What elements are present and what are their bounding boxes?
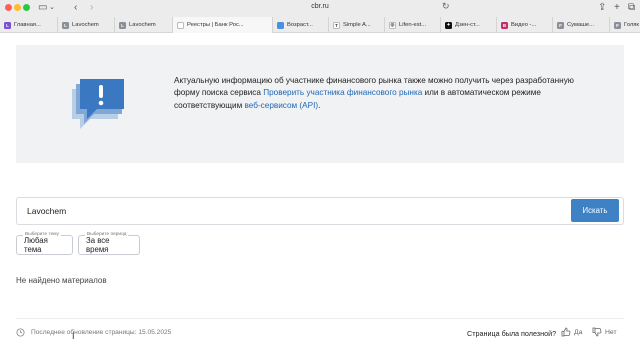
info-banner: Актуальную информацию об участнике финан… (16, 45, 624, 163)
tab-label: Видео -... (511, 22, 537, 28)
browser-tab[interactable]: F Сумаше... (553, 17, 610, 33)
tab-favicon-icon: L (62, 21, 69, 29)
maximize-window-button[interactable] (23, 4, 30, 11)
info-text-part: . (318, 100, 321, 110)
tab-favicon-icon: L (119, 21, 126, 29)
search-box (16, 197, 624, 225)
topic-filter-caption: Выберите тему (23, 232, 62, 237)
vote-yes-label: Да (574, 328, 583, 336)
alert-message-icon (72, 79, 124, 129)
tab-favicon-icon: T (333, 21, 340, 29)
info-text: Актуальную информацию об участнике финан… (174, 75, 594, 112)
clock-icon (16, 328, 25, 337)
tab-label: Реестры | Банк Рос... (187, 22, 244, 28)
period-filter-caption: Выберите период (85, 232, 129, 237)
search-button[interactable]: Искать (571, 199, 619, 222)
footer-divider (16, 318, 624, 319)
sidebar-toggle-icon[interactable]: ▭ (38, 1, 47, 15)
tab-label: Главная... (14, 22, 41, 28)
tab-label: Lifen-est... (399, 22, 427, 28)
browser-tab[interactable]: L Lavochem (115, 17, 173, 33)
browser-toolbar: ▭ ⌄ ‹ › cbr.ru ↻ ⇪ + ⧉ (0, 0, 640, 16)
back-icon[interactable]: ‹ (74, 1, 77, 15)
new-tab-icon[interactable]: + (614, 1, 620, 15)
forward-icon[interactable]: › (90, 1, 93, 15)
api-link[interactable]: веб-сервисом (API) (245, 101, 319, 110)
thumbs-down-icon (592, 327, 602, 337)
browser-tab[interactable]: L Главная... (0, 17, 58, 33)
vote-no-button[interactable]: Нет (592, 327, 617, 337)
tab-favicon-icon: F (557, 21, 564, 29)
helpful-question: Страница была полезной? (467, 329, 557, 338)
browser-tab[interactable]: L Lavochem (58, 17, 115, 33)
tab-label: Lavochem (129, 22, 156, 28)
search-input[interactable] (27, 206, 547, 216)
tab-favicon-icon (177, 21, 184, 29)
tab-label: Сумаше... (567, 22, 594, 28)
period-filter-value: За все время (86, 236, 110, 254)
browser-tab[interactable]: Возраст... (273, 17, 329, 33)
tab-bar: L Главная... L Lavochem L Lavochem Реестры | Б… (0, 17, 640, 33)
period-filter[interactable]: Выберите период За все время (78, 232, 140, 255)
browser-tab[interactable]: ◎ Lifen-est... (385, 17, 441, 33)
tab-overview-icon[interactable]: ⧉ (628, 1, 635, 15)
tab-label: Голяк (2... (624, 22, 640, 28)
browser-tab[interactable]: ✦ Дзен-ст... (441, 17, 497, 33)
thumbs-up-icon (561, 327, 571, 337)
tab-label: Дзен-ст... (455, 22, 480, 28)
topic-filter-value: Любая тема (24, 236, 48, 254)
browser-tab[interactable]: FГоляк (2... (610, 17, 640, 33)
browser-tab[interactable]: Реестры | Банк Рос... (173, 17, 273, 33)
no-results-message: Не найдено материалов (16, 276, 107, 285)
tab-favicon-icon: L (4, 21, 11, 29)
vote-yes-button[interactable]: Да (561, 327, 582, 337)
tab-label: Возраст... (287, 22, 313, 28)
browser-chrome: ▭ ⌄ ‹ › cbr.ru ↻ ⇪ + ⧉ L Главная... L Lavoc… (0, 0, 640, 33)
last-updated-text: Последнее обновление страницы: 15.05.202… (31, 329, 172, 336)
reload-icon[interactable]: ↻ (442, 1, 450, 12)
address-bar[interactable]: cbr.ru (300, 2, 340, 12)
text-cursor-icon: I (72, 331, 75, 341)
tab-favicon-icon (277, 21, 284, 29)
tab-favicon-icon: B (501, 21, 508, 29)
minimize-window-button[interactable] (14, 4, 21, 11)
check-participant-link[interactable]: Проверить участника финансового рынка (263, 88, 422, 97)
tab-label: Simple A... (343, 22, 371, 28)
tab-label: Lavochem (72, 22, 99, 28)
share-icon[interactable]: ⇪ (598, 1, 606, 15)
tab-favicon-icon: F (614, 21, 621, 29)
tab-favicon-icon: ◎ (389, 21, 396, 29)
close-window-button[interactable] (5, 4, 12, 11)
browser-tab[interactable]: B Видео -... (497, 17, 553, 33)
tab-favicon-icon: ✦ (445, 21, 452, 29)
chevron-down-icon[interactable]: ⌄ (49, 1, 55, 15)
topic-filter[interactable]: Выберите тему Любая тема (16, 232, 73, 255)
browser-tab[interactable]: T Simple A... (329, 17, 385, 33)
vote-no-label: Нет (605, 328, 617, 336)
